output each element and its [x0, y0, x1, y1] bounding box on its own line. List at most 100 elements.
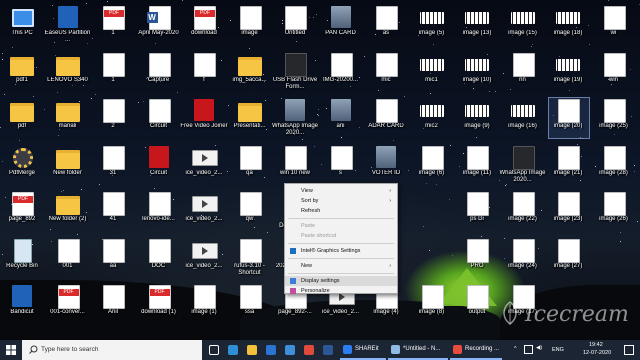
desktop-icon[interactable]: LENOVO S340: [46, 51, 90, 99]
store-button[interactable]: [280, 340, 298, 360]
desktop-icon[interactable]: image (16): [501, 97, 545, 145]
desktop-icon[interactable]: image (9): [455, 97, 499, 145]
desktop-icon[interactable]: mic: [364, 51, 408, 99]
desktop-icon[interactable]: Bandicut: [0, 283, 44, 331]
desktop-icon[interactable]: image (26): [592, 190, 636, 238]
desktop-icon[interactable]: WhatsApp Image 2020...: [499, 144, 546, 192]
task-view-button[interactable]: [204, 340, 222, 360]
desktop-icon[interactable]: Free Video Joiner: [180, 97, 228, 145]
desktop-icon[interactable]: 1: [91, 4, 135, 52]
desktop-icon[interactable]: image (27): [546, 237, 590, 285]
notepad-task[interactable]: *Untitled - N...: [388, 340, 448, 360]
recording-task[interactable]: Recording ...: [450, 340, 502, 360]
notification-center-icon[interactable]: [624, 345, 634, 355]
desktop-icon[interactable]: image (21): [546, 144, 590, 192]
desktop-icon[interactable]: 2: [91, 97, 135, 145]
menu-item-refresh[interactable]: Refresh: [285, 206, 397, 216]
desktop-icon[interactable]: image (23): [546, 190, 590, 238]
desktop-icon[interactable]: Circuit: [137, 97, 181, 145]
menu-item-sort-by[interactable]: Sort by ›: [285, 196, 397, 206]
desktop-icon[interactable]: img_5acca...: [228, 51, 272, 99]
desktop-icon[interactable]: ssa: [228, 283, 272, 331]
desktop-icon[interactable]: image (18): [546, 4, 590, 52]
edge-button[interactable]: [223, 340, 241, 360]
word-button[interactable]: [318, 340, 336, 360]
menu-item-display-settings[interactable]: Display settings: [285, 276, 397, 286]
desktop-icon[interactable]: ice_video_2...: [182, 190, 226, 238]
desktop-icon[interactable]: Recycle Bin: [0, 237, 44, 285]
desktop-icon[interactable]: mic1: [410, 51, 454, 99]
desktop-icon[interactable]: image (6): [410, 144, 454, 192]
show-hidden-icons[interactable]: ^: [514, 346, 517, 352]
menu-item-new[interactable]: New ›: [285, 261, 397, 271]
desktop-icon[interactable]: WhatsApp Image 2020...: [272, 97, 318, 145]
desktop-icon[interactable]: 1: [91, 51, 135, 99]
desktop-icon[interactable]: manali: [46, 97, 90, 145]
desktop-icon[interactable]: image (5): [410, 4, 454, 52]
desktop-icon[interactable]: Presentati...: [228, 97, 272, 145]
desktop-icon[interactable]: Untitled: [273, 4, 317, 52]
shareit-task[interactable]: SHAREit: [340, 340, 386, 360]
desktop-icon[interactable]: ani: [319, 97, 363, 145]
file-explorer-button[interactable]: [242, 340, 260, 360]
desktop-icon[interactable]: IMG-20200...: [319, 51, 363, 99]
desktop-icon[interactable]: image (8): [410, 283, 454, 331]
desktop-icon[interactable]: aa: [91, 237, 135, 285]
desktop-icon[interactable]: Circuit: [137, 144, 181, 192]
desktop-icon[interactable]: image (11): [455, 144, 499, 192]
desktop-icon[interactable]: 001-conver...: [46, 283, 90, 331]
desktop-icon[interactable]: 001: [46, 237, 90, 285]
menu-item-intel-graphics-settings[interactable]: Intel® Graphics Settings: [285, 246, 397, 256]
desktop-icon[interactable]: download (1): [137, 283, 181, 331]
taskbar-search-box[interactable]: Type here to search: [22, 340, 202, 360]
desktop-icon[interactable]: page_892: [0, 190, 44, 238]
desktop-icon[interactable]: rufus-3.10 - Shortcut: [228, 237, 272, 285]
desktop-icon[interactable]: image (28): [592, 144, 636, 192]
desktop-icon[interactable]: EaseUS Partition ...: [45, 4, 90, 52]
clock-date[interactable]: 12-07-2020: [583, 350, 611, 356]
language-indicator[interactable]: ENG: [552, 347, 564, 353]
mail-button[interactable]: [261, 340, 279, 360]
desktop-icon[interactable]: 41: [91, 190, 135, 238]
desktop-icon[interactable]: ice_video_2...: [182, 237, 226, 285]
volume-icon[interactable]: ◀): [536, 345, 542, 351]
desktop-icon[interactable]: mic2: [410, 97, 454, 145]
desktop-icon[interactable]: April May-2020: [137, 4, 181, 52]
network-icon[interactable]: [524, 345, 533, 354]
start-button[interactable]: [0, 340, 22, 360]
desktop-icon[interactable]: New folder (2): [46, 190, 90, 238]
desktop-icon[interactable]: image (15): [501, 4, 545, 52]
desktop-icon[interactable]: image (24): [501, 237, 545, 285]
desktop-icon[interactable]: ADAR CARD: [364, 97, 408, 145]
chrome-button[interactable]: [299, 340, 317, 360]
menu-item-personalize[interactable]: Personalize: [285, 286, 397, 296]
menu-item-paste[interactable]: Paste: [285, 221, 397, 231]
desktop-icon[interactable]: pdf: [0, 97, 44, 145]
desktop-icon[interactable]: wi: [592, 4, 636, 52]
clock-time[interactable]: 19:42: [589, 342, 603, 348]
menu-item-view[interactable]: View ›: [285, 186, 397, 196]
desktop-icon[interactable]: download: [182, 4, 226, 52]
desktop-icon[interactable]: image (10): [455, 51, 499, 99]
desktop-icon[interactable]: This PC: [0, 4, 44, 52]
desktop-icon[interactable]: 31: [91, 144, 135, 192]
desktop-icon[interactable]: image (1): [182, 283, 226, 331]
desktop-icon[interactable]: ps Di: [455, 190, 499, 238]
desktop-icon[interactable]: image (25): [592, 97, 636, 145]
desktop-icon[interactable]: nn: [501, 51, 545, 99]
desktop-icon[interactable]: f: [182, 51, 226, 99]
desktop-icon[interactable]: Capture: [137, 51, 181, 99]
desktop-icon[interactable]: image (19): [546, 51, 590, 99]
desktop-icon[interactable]: image (20): [546, 97, 590, 145]
desktop-icon[interactable]: PdfMerge: [0, 144, 44, 192]
desktop-icon[interactable]: Anil: [91, 283, 135, 331]
desktop-icon[interactable]: image: [228, 4, 272, 52]
desktop-icon[interactable]: win: [592, 51, 636, 99]
desktop-icon[interactable]: PAN CARD: [319, 4, 363, 52]
desktop-icon[interactable]: output: [455, 283, 499, 331]
desktop-icon[interactable]: pdf1: [0, 51, 44, 99]
desktop-icon[interactable]: ice_video_2...: [182, 144, 226, 192]
desktop-icon[interactable]: DOC: [137, 237, 181, 285]
menu-item-paste-shortcut[interactable]: Paste shortcut: [285, 231, 397, 241]
desktop-icon[interactable]: qw: [228, 190, 272, 238]
